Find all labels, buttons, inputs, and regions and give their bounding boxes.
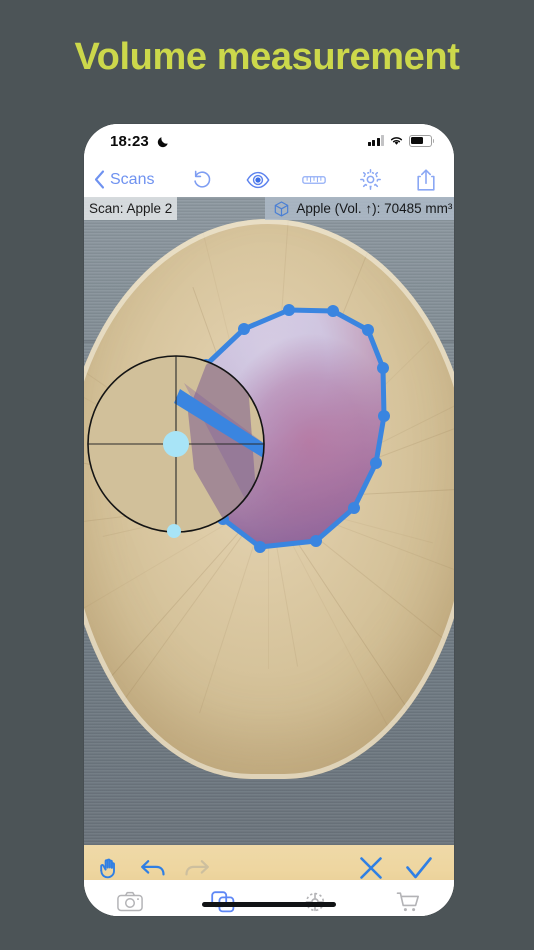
scan-name-label: Scan: Apple 2 [89,201,173,216]
share-icon[interactable] [414,168,438,192]
edit-actions [356,853,434,883]
close-x-icon[interactable] [356,853,386,883]
tab-label: Shop [395,916,421,917]
camera-icon [117,891,144,912]
scan-name-chip: Scan: Apple 2 [84,197,178,220]
volume-chip: Apple (Vol. ↑): 70485 mm³ [265,197,454,220]
gear-icon[interactable] [358,168,382,192]
cube-icon [275,200,289,217]
reset-icon[interactable] [190,168,214,192]
undo-icon[interactable] [138,853,168,883]
hand-pan-icon[interactable] [94,853,124,883]
edit-tools [94,853,212,883]
tab-label: 3D-Scan [109,915,153,916]
home-indicator[interactable] [202,902,336,907]
status-bar: 18:23 [84,124,454,162]
tab-settings[interactable]: Settings [269,880,362,916]
redo-icon [182,853,212,883]
tab-label: Scans [207,916,238,917]
info-bar-gap [177,197,265,220]
eye-icon[interactable] [246,168,270,192]
ruler-icon[interactable] [302,168,326,192]
wifi-icon [390,137,403,145]
crescent-moon-icon [157,137,168,148]
volume-label: Apple (Vol. ↑): 70485 mm³ [296,201,453,216]
cellular-signal-icon [367,135,384,147]
back-button[interactable]: Scans [94,170,154,189]
cutting-board [84,219,454,779]
board-edge [84,219,454,779]
navigation-actions [190,168,438,192]
tab-shop[interactable]: Shop [362,880,455,916]
scan-info-bar: Scan: Apple 2 Apple (Vol. ↑): 70485 mm³ [84,197,454,220]
status-time: 18:23 [110,133,149,150]
back-button-label: Scans [110,170,155,188]
battery-icon [409,135,435,147]
checkmark-icon[interactable] [404,853,434,883]
tab-bar: 3D-Scan Scans Settings [84,880,454,916]
tab-scans[interactable]: Scans [177,880,270,916]
status-indicators [367,135,435,147]
phone-frame: 18:23 Scans Scan: Apple 2 Apple (Vol. ↑)… [84,124,454,916]
page-title: Volume measurement [74,36,460,78]
shopping-cart-icon [396,891,419,911]
chevron-left-icon [94,170,105,189]
navigation-bar: Scans [84,162,454,197]
tab-3d-scan[interactable]: 3D-Scan [84,880,177,916]
scan-viewport[interactable]: Scan: Apple 2 Apple (Vol. ↑): 70485 mm³ [84,197,454,845]
